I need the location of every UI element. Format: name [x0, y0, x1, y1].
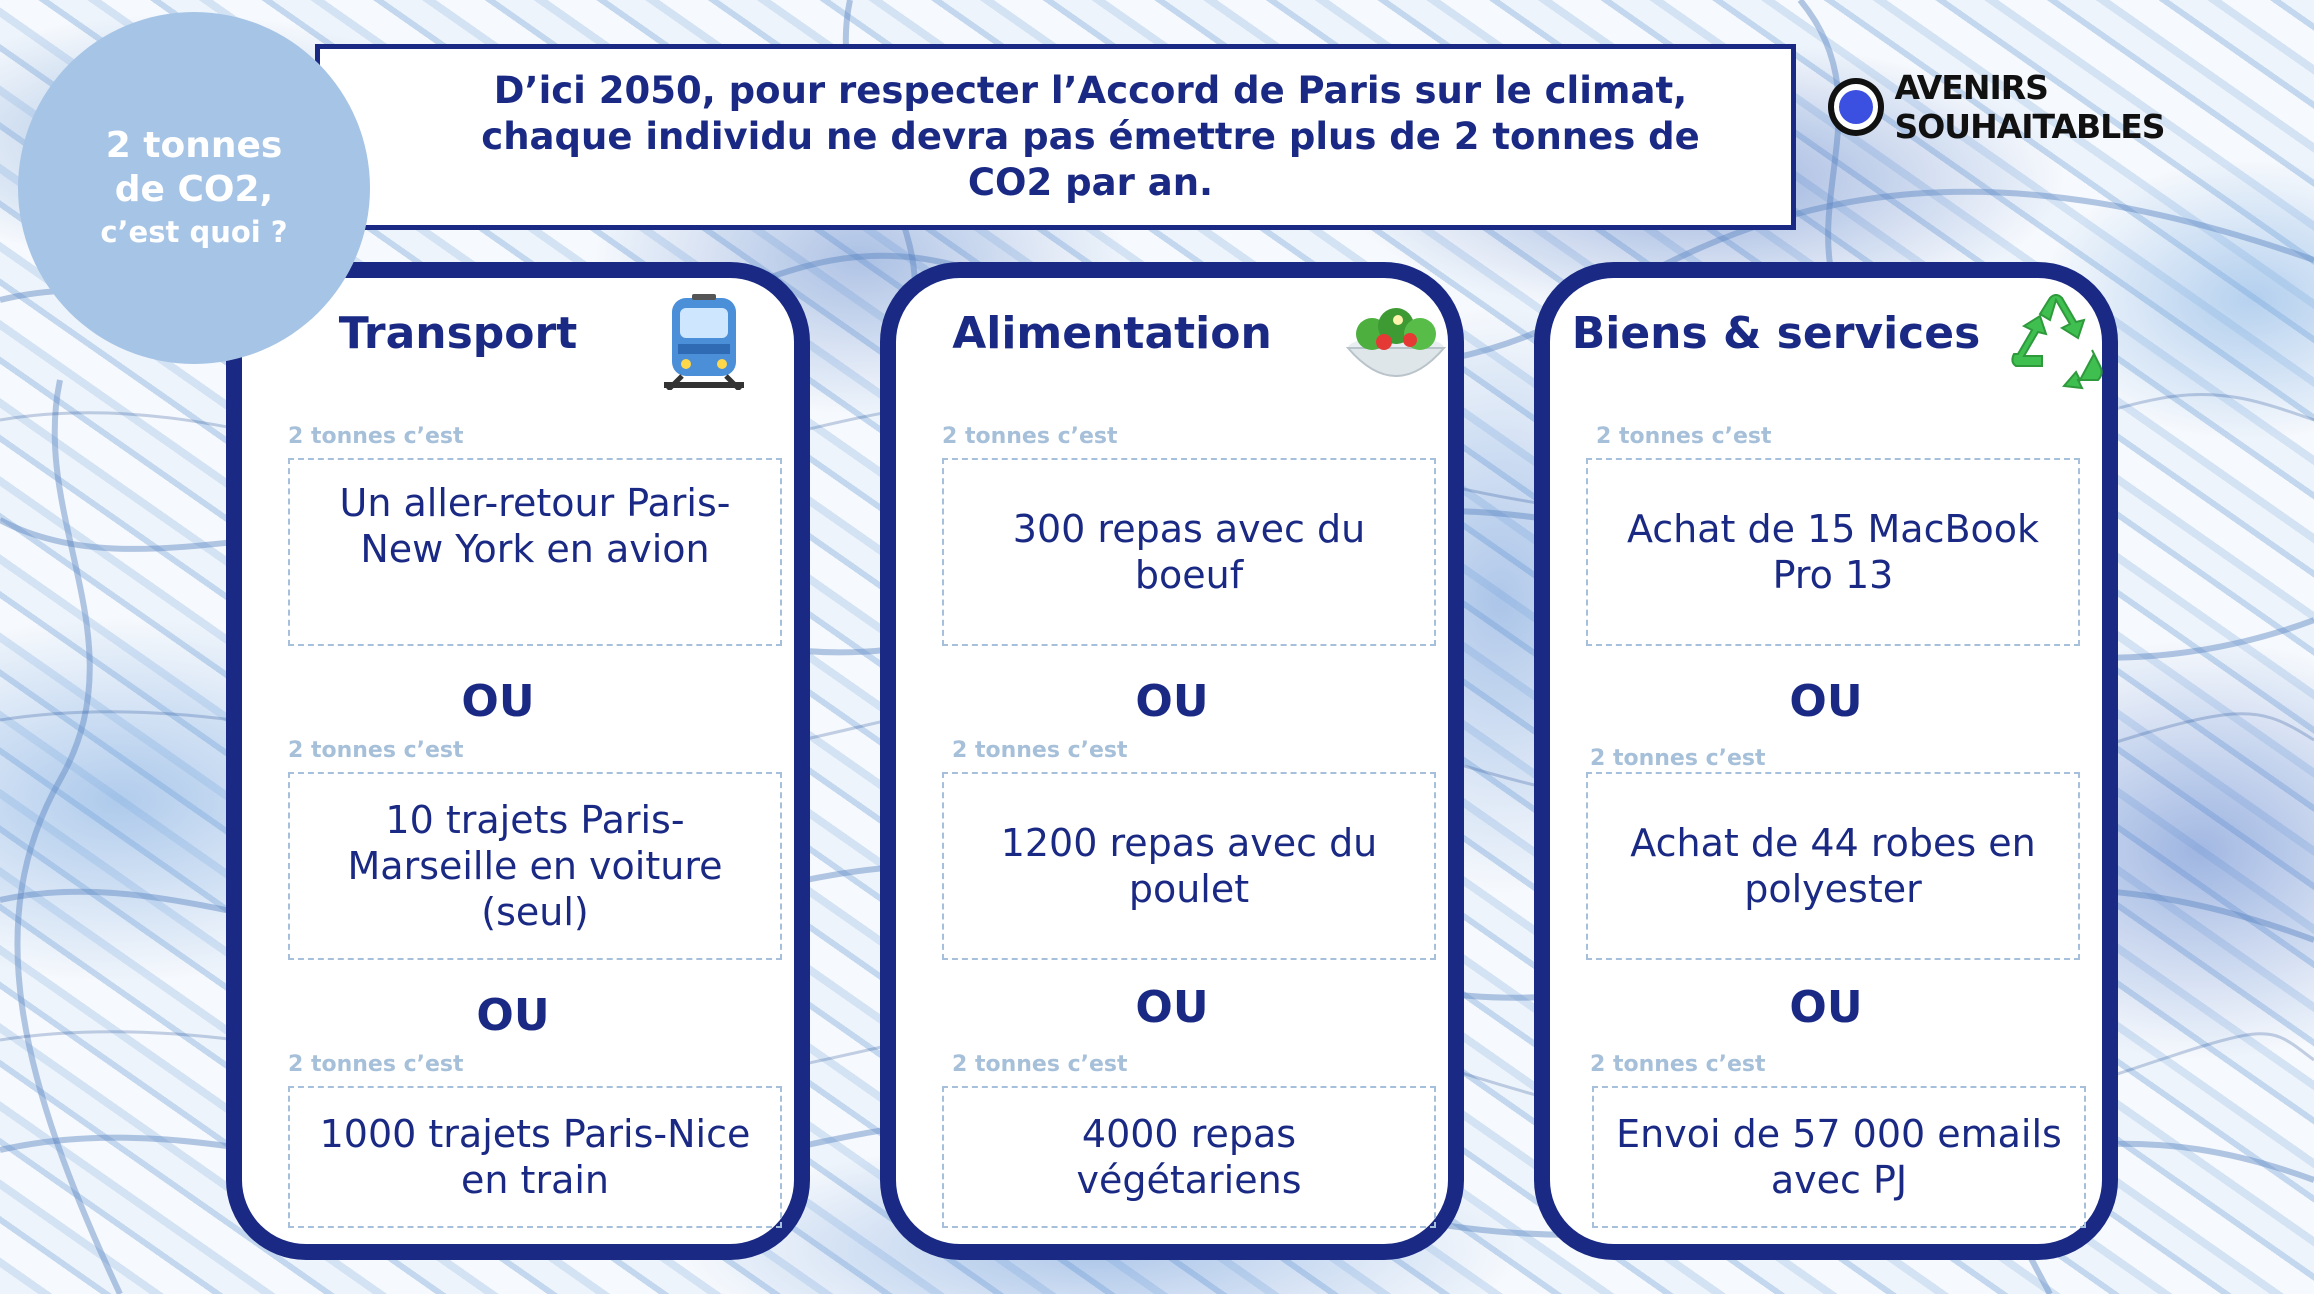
equivalent-text: 4000 repas végétariens: [1076, 1112, 1302, 1202]
or-separator: OU: [1789, 676, 1863, 727]
equivalent-text: 10 trajets Paris-Marseille en voiture (s…: [347, 798, 723, 934]
equivalent-box: Achat de 44 robes en polyester: [1586, 772, 2080, 960]
item-caption: 2 tonnes c’est: [1590, 1052, 1766, 1077]
or-separator: OU: [476, 990, 550, 1041]
item-caption: 2 tonnes c’est: [288, 738, 464, 763]
item-caption: 2 tonnes c’est: [942, 424, 1118, 449]
equivalent-box: 10 trajets Paris-Marseille en voiture (s…: [288, 772, 782, 960]
or-separator: OU: [1135, 676, 1209, 727]
card-alimentation: Alimentation 2 tonnes c’est 300 repas av…: [880, 262, 1464, 1260]
headline-banner: D’ici 2050, pour respecter l’Accord de P…: [315, 44, 1796, 230]
co2-question-badge: 2 tonnes de CO2, c’est quoi ?: [18, 12, 370, 364]
equivalent-text: Achat de 15 MacBook Pro 13: [1626, 507, 2040, 597]
equivalent-text: 1200 repas avec du poulet: [1000, 821, 1378, 911]
equivalent-box: Envoi de 57 000 emails avec PJ: [1592, 1086, 2086, 1228]
equivalent-box: 1000 trajets Paris-Nice en train: [288, 1086, 782, 1228]
badge-line-2: de CO2,: [114, 169, 274, 210]
tram-icon: [664, 294, 744, 390]
brand-name: AVENIRS SOUHAITABLES: [1894, 68, 2165, 146]
badge-line-3: c’est quoi ?: [100, 215, 288, 249]
item-caption: 2 tonnes c’est: [288, 1052, 464, 1077]
or-separator: OU: [1135, 982, 1209, 1033]
item-caption: 2 tonnes c’est: [952, 1052, 1128, 1077]
equivalent-text: 1000 trajets Paris-Nice en train: [319, 1112, 751, 1202]
equivalent-text: 300 repas avec du boeuf: [1012, 507, 1366, 597]
or-separator: OU: [461, 676, 535, 727]
card-biens-services: Biens & services 2 tonnes c’est Achat de…: [1534, 262, 2118, 1260]
brand-circle-icon: [1828, 78, 1885, 136]
badge-line-1: 2 tonnes: [105, 125, 283, 166]
equivalent-box: Achat de 15 MacBook Pro 13: [1586, 458, 2080, 646]
item-caption: 2 tonnes c’est: [1590, 746, 1766, 771]
equivalent-box: 300 repas avec du boeuf: [942, 458, 1436, 646]
brand-logo: AVENIRS SOUHAITABLES: [1828, 68, 2314, 146]
headline-text: D’ici 2050, pour respecter l’Accord de P…: [481, 69, 1700, 204]
equivalent-text: Envoi de 57 000 emails avec PJ: [1616, 1112, 2062, 1202]
equivalent-box: 4000 repas végétariens: [942, 1086, 1436, 1228]
item-caption: 2 tonnes c’est: [1596, 424, 1772, 449]
or-separator: OU: [1789, 982, 1863, 1033]
equivalent-box: 1200 repas avec du poulet: [942, 772, 1436, 960]
item-caption: 2 tonnes c’est: [952, 738, 1128, 763]
equivalent-text: Achat de 44 robes en polyester: [1630, 821, 2036, 911]
salad-bowl-icon: [1346, 308, 1446, 377]
equivalent-box: Un aller-retour Paris-New York en avion: [288, 458, 782, 646]
equivalent-text: Un aller-retour Paris-New York en avion: [339, 481, 731, 571]
item-caption: 2 tonnes c’est: [288, 424, 464, 449]
card-transport: Transport 2 tonnes c’est Un aller-retour…: [226, 262, 810, 1260]
recycle-icon: [2011, 294, 2103, 390]
